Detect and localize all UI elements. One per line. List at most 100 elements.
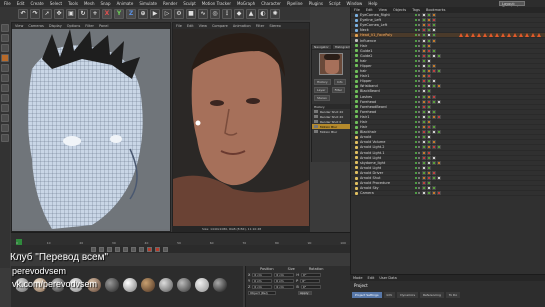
axis-mode-icon[interactable] bbox=[1, 54, 9, 62]
visibility-dots[interactable] bbox=[415, 90, 420, 93]
visibility-dots[interactable] bbox=[415, 121, 420, 124]
object-name[interactable]: Hair bbox=[360, 120, 367, 124]
record-icon[interactable] bbox=[147, 246, 152, 252]
workplane-icon[interactable] bbox=[1, 114, 9, 122]
visibility-dots[interactable] bbox=[415, 95, 420, 98]
pv-menu-file[interactable]: File bbox=[176, 24, 182, 28]
object-name[interactable]: Forehead bbox=[360, 110, 376, 114]
pv-menu-filter[interactable]: Filter bbox=[256, 24, 265, 28]
history-item[interactable]: Motion Blur bbox=[312, 129, 350, 134]
object-name[interactable]: Arnold Sky bbox=[360, 186, 379, 190]
menu-item[interactable]: Window bbox=[347, 1, 363, 6]
menu-item[interactable]: Select bbox=[50, 1, 62, 6]
object-tags[interactable] bbox=[422, 176, 441, 181]
rotation-field[interactable]: 0° bbox=[300, 285, 321, 289]
coords-mode-select[interactable]: Object (Rel) bbox=[248, 291, 276, 295]
visibility-dots[interactable] bbox=[415, 34, 420, 37]
visibility-dots[interactable] bbox=[415, 171, 420, 174]
menu-item[interactable]: Character bbox=[261, 1, 281, 6]
model-mode-icon[interactable] bbox=[1, 34, 9, 42]
filter-button[interactable]: Filter bbox=[331, 87, 346, 93]
object-name[interactable]: Influence bbox=[360, 39, 376, 43]
visibility-dots[interactable] bbox=[415, 166, 420, 169]
render-settings-icon[interactable]: ⚙ bbox=[174, 8, 184, 19]
menu-item[interactable]: Help bbox=[368, 1, 377, 6]
object-tags[interactable] bbox=[422, 38, 436, 43]
object-tags[interactable] bbox=[422, 104, 431, 109]
grid-icon[interactable] bbox=[1, 134, 9, 142]
visibility-dots[interactable] bbox=[415, 105, 420, 108]
visibility-dots[interactable] bbox=[415, 49, 420, 52]
visibility-dots[interactable] bbox=[415, 136, 420, 139]
apply-button[interactable]: Apply bbox=[298, 291, 312, 295]
pv-menu-edit[interactable]: Edit bbox=[187, 24, 194, 28]
perspective-viewport[interactable]: View Cameras Display Options Filter Pane… bbox=[11, 22, 171, 232]
play-icon[interactable] bbox=[115, 246, 120, 252]
object-name[interactable]: Eyeline_Left bbox=[360, 18, 381, 22]
object-name[interactable]: EyeCornea_Left bbox=[360, 23, 387, 27]
object-name[interactable]: skydome_light bbox=[360, 161, 385, 165]
object-name[interactable]: Camera bbox=[360, 191, 374, 195]
visibility-dots[interactable] bbox=[415, 29, 420, 32]
visibility-dots[interactable] bbox=[415, 54, 420, 57]
object-tags[interactable] bbox=[422, 69, 441, 74]
polygons-mode-icon[interactable] bbox=[1, 84, 9, 92]
object-name[interactable]: BlackBeard bbox=[360, 89, 380, 93]
layer-button[interactable]: Layer bbox=[314, 87, 329, 93]
object-tags[interactable] bbox=[422, 191, 441, 196]
om-menu-view[interactable]: View bbox=[379, 8, 387, 12]
vp-menu-view[interactable]: View bbox=[15, 24, 23, 28]
attr-menu-mode[interactable]: Mode bbox=[353, 276, 363, 280]
object-tags[interactable] bbox=[422, 160, 441, 165]
object-name[interactable]: EyeCornea_Right bbox=[360, 13, 390, 17]
prev-key-icon[interactable] bbox=[99, 246, 104, 252]
visibility-dots[interactable] bbox=[415, 85, 420, 88]
object-tags[interactable] bbox=[422, 58, 431, 63]
pv-menu-stereo[interactable]: Stereo bbox=[269, 24, 280, 28]
menu-item[interactable]: Render bbox=[163, 1, 177, 6]
tab-navigator[interactable]: Navigator bbox=[312, 45, 331, 49]
object-name[interactable]: Arnold Light.1 bbox=[360, 151, 385, 155]
visibility-dots[interactable] bbox=[415, 115, 420, 118]
om-menu-tags[interactable]: Tags bbox=[412, 8, 420, 12]
rotation-field[interactable]: 0° bbox=[301, 273, 322, 277]
visibility-dots[interactable] bbox=[415, 141, 420, 144]
cube-icon[interactable]: ■ bbox=[186, 8, 196, 19]
object-name[interactable]: Hair1 bbox=[360, 115, 369, 119]
object-tags[interactable] bbox=[422, 18, 436, 23]
object-tags[interactable] bbox=[422, 130, 441, 135]
object-tags[interactable] bbox=[422, 170, 436, 175]
recent-icon[interactable]: + bbox=[90, 8, 100, 19]
coord-system-icon[interactable]: ⊕ bbox=[138, 8, 148, 19]
z-axis-button[interactable]: Z bbox=[126, 8, 136, 19]
light-icon[interactable]: ✺ bbox=[270, 8, 280, 19]
om-menu-objects[interactable]: Objects bbox=[393, 8, 406, 12]
camera-icon[interactable]: ◐ bbox=[258, 8, 268, 19]
visibility-dots[interactable] bbox=[415, 75, 420, 78]
autokey-icon[interactable] bbox=[155, 246, 160, 252]
object-tags[interactable] bbox=[422, 145, 441, 150]
object-tags[interactable] bbox=[422, 89, 431, 94]
object-tags[interactable] bbox=[422, 165, 431, 170]
redo-icon[interactable]: ↷ bbox=[30, 8, 40, 19]
menu-item[interactable]: Motion Tracker bbox=[202, 1, 231, 6]
visibility-dots[interactable] bbox=[415, 100, 420, 103]
object-name[interactable]: Hair1 bbox=[360, 74, 369, 78]
go-to-start-icon[interactable] bbox=[91, 246, 96, 252]
visibility-dots[interactable] bbox=[415, 59, 420, 62]
menu-item[interactable]: MoGraph bbox=[237, 1, 255, 6]
object-tags[interactable] bbox=[422, 84, 441, 89]
tab-referencing[interactable]: Referencing bbox=[420, 292, 444, 298]
object-tags[interactable] bbox=[422, 79, 436, 84]
menu-item[interactable]: Simulate bbox=[139, 1, 157, 6]
object-tags[interactable] bbox=[422, 125, 436, 130]
object-tags[interactable] bbox=[422, 135, 431, 140]
rotation-field[interactable]: 0° bbox=[300, 279, 321, 283]
object-name[interactable]: Wristband bbox=[360, 84, 378, 88]
go-to-end-icon[interactable] bbox=[139, 246, 144, 252]
x-axis-button[interactable]: X bbox=[102, 8, 112, 19]
visibility-dots[interactable] bbox=[415, 44, 420, 47]
object-name[interactable]: Arnold Volume bbox=[360, 140, 385, 144]
menu-item[interactable]: Edit bbox=[17, 1, 25, 6]
object-name[interactable]: Guide2 bbox=[360, 54, 373, 58]
